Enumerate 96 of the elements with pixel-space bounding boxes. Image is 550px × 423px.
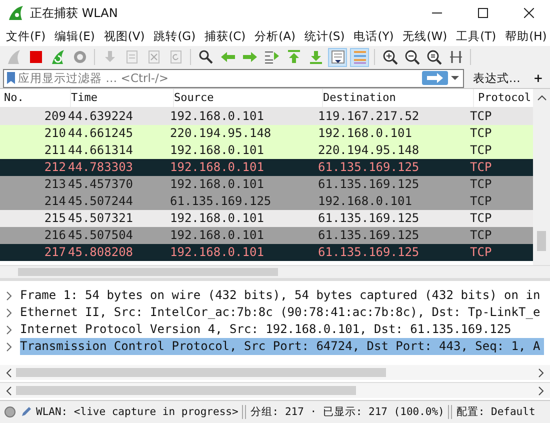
table-cell-text: 209 (43, 108, 67, 125)
table-cell-text: 192.168.0.101 (170, 159, 265, 176)
scroll-up-icon[interactable] (536, 95, 546, 101)
table-cell-text: 44.661245 (68, 125, 134, 142)
table-cell-text: 61.135.169.125 (170, 193, 272, 210)
window-title: 正在捕获 WLAN (30, 4, 118, 22)
packet-row[interactable]: 214 45.507244 61.135.169.125 192.168.0.101 TCP (0, 193, 533, 210)
table-cell-text: 192.168.0.101 (318, 125, 413, 142)
colorize-tool-icon[interactable] (350, 48, 369, 66)
table-cell-text: 61.135.169.125 (318, 159, 420, 176)
table-cell-text: 61.135.169.125 (318, 244, 420, 261)
tree-item[interactable]: Internet Protocol Version 4, Src: 192.168.0.101, Dst: 61.135.169.125 (0, 321, 550, 338)
capture-status: WLAN: <live capture in progress> (36, 406, 238, 418)
find-tool-icon[interactable] (196, 48, 215, 66)
menu-item[interactable]: 工具(T) (456, 28, 496, 44)
menu-item[interactable]: 帮助(H) (505, 28, 547, 44)
packet-row[interactable]: 210 44.661245 220.194.95.148 192.168.0.101 TCP (0, 125, 533, 142)
packet-row[interactable]: 209 44.639224 192.168.0.101 119.167.217.52 TCP (0, 108, 533, 125)
close-icon[interactable] (524, 8, 534, 18)
table-cell-text: 214 (43, 193, 67, 210)
bookmark-icon[interactable] (7, 72, 15, 84)
column-header[interactable]: Destination (323, 89, 474, 107)
column-header[interactable]: No. (0, 89, 71, 107)
status-dot-icon[interactable] (4, 406, 16, 418)
add-filter-button[interactable]: + (529, 69, 547, 87)
table-cell-text: 217 (43, 244, 67, 261)
table-cell-text: 215 (43, 210, 67, 227)
packet-count: 分组: 217 · 已显示: 217 (100.0%) (250, 405, 444, 419)
packet-row[interactable]: 211 44.661314 192.168.0.101 220.194.95.148 TCP (0, 142, 533, 159)
table-cell-text: TCP (469, 244, 493, 261)
table-cell-text: 44.661314 (68, 142, 134, 159)
menu-item[interactable]: 跳转(G) (154, 28, 196, 44)
column-header[interactable]: Source (174, 89, 323, 107)
menu-item[interactable]: 统计(S) (304, 28, 345, 44)
horizontal-scrollbar[interactable] (0, 266, 550, 281)
packet-row[interactable]: 213 45.457370 192.168.0.101 61.135.169.125 TCP (0, 176, 533, 193)
table-cell-text: 44.783303 (68, 159, 134, 176)
table-cell-text: 211 (43, 142, 67, 159)
table-cell-text: 44.639224 (68, 108, 134, 125)
pencil-icon[interactable] (20, 406, 32, 418)
menu-item[interactable]: 捕获(C) (204, 28, 246, 44)
table-cell-text: 61.135.169.125 (318, 176, 420, 193)
packet-row[interactable]: 217 45.808208 192.168.0.101 61.135.169.125 TCP (0, 244, 533, 261)
profile-label: 配置: Default (456, 405, 536, 419)
menu-item[interactable]: 分析(A) (254, 28, 296, 44)
maximize-icon[interactable] (478, 8, 488, 18)
table-cell-text: 45.507244 (68, 193, 134, 210)
display-filter-bar[interactable]: 应用显示过滤器 … <Ctrl-/> (3, 68, 464, 88)
table-cell-text: 216 (43, 227, 67, 244)
table-cell-text: 192.168.0.101 (170, 210, 265, 227)
table-cell-text: TCP (469, 227, 493, 244)
table-cell-text: TCP (469, 125, 493, 142)
menu-item[interactable]: 无线(W) (402, 28, 448, 44)
table-cell-text: 45.457370 (68, 176, 134, 193)
packet-row[interactable]: 216 45.507504 192.168.0.101 61.135.169.125 TCP (0, 227, 533, 244)
table-cell-text: 192.168.0.101 (318, 193, 413, 210)
table-cell-text: 45.808208 (68, 244, 134, 261)
table-cell-text: TCP (469, 142, 493, 159)
table-cell-text: 212 (43, 159, 67, 176)
table-cell-text: TCP (469, 108, 493, 125)
autoscroll-tool-icon[interactable] (328, 48, 347, 66)
menu-item[interactable]: 电话(Y) (354, 28, 394, 44)
table-cell-text: 45.507321 (68, 210, 134, 227)
table-cell-text: 61.135.169.125 (318, 227, 420, 244)
packet-row[interactable]: 215 45.507321 192.168.0.101 61.135.169.125 TCP (0, 210, 533, 227)
table-cell-text: 192.168.0.101 (170, 176, 265, 193)
table-cell-text: 210 (43, 125, 67, 142)
menu-item[interactable]: 编辑(E) (54, 28, 95, 44)
shark-fin-logo-icon (8, 5, 24, 21)
table-cell-text: TCP (469, 193, 493, 210)
dropdown-caret-icon[interactable] (450, 75, 459, 81)
table-cell-text: 192.168.0.101 (170, 142, 265, 159)
expression-button[interactable]: 表达式… (466, 69, 526, 87)
table-cell-text: 192.168.0.101 (170, 227, 265, 244)
scrollbar-thumb[interactable] (537, 231, 546, 251)
table-cell-text: TCP (469, 210, 493, 227)
table-cell-text: 213 (43, 176, 67, 193)
horizontal-scrollbar[interactable] (0, 382, 550, 398)
vertical-scrollbar[interactable] (533, 89, 550, 265)
table-cell-text: TCP (469, 159, 493, 176)
table-cell-text: 192.168.0.101 (170, 108, 265, 125)
table-cell-text: TCP (469, 176, 493, 193)
packet-row[interactable]: 212 44.783303 192.168.0.101 61.135.169.125 TCP (0, 159, 533, 176)
tree-item[interactable]: Frame 1: 54 bytes on wire (432 bits), 54 bytes captured (432 bits) on in (0, 287, 550, 304)
table-cell-text: 220.194.95.148 (170, 125, 272, 142)
horizontal-scrollbar[interactable] (0, 365, 550, 380)
table-cell-text: 192.168.0.101 (170, 244, 265, 261)
table-cell-text: 119.167.217.52 (318, 108, 420, 125)
tree-item[interactable]: Ethernet II, Src: IntelCor_ac:7b:8c (90:78:41:ac:7b:8c), Dst: Tp-LinkT_e (0, 304, 550, 321)
table-cell-text: 61.135.169.125 (318, 210, 420, 227)
column-header[interactable]: Time (71, 89, 174, 107)
menu-item[interactable]: 文件(F) (6, 28, 46, 44)
menu-item[interactable]: 视图(V) (104, 28, 145, 44)
table-cell-text: 45.507504 (68, 227, 134, 244)
filter-input[interactable]: 应用显示过滤器 … <Ctrl-/> (18, 71, 419, 85)
table-cell-text: 220.194.95.148 (318, 142, 420, 159)
